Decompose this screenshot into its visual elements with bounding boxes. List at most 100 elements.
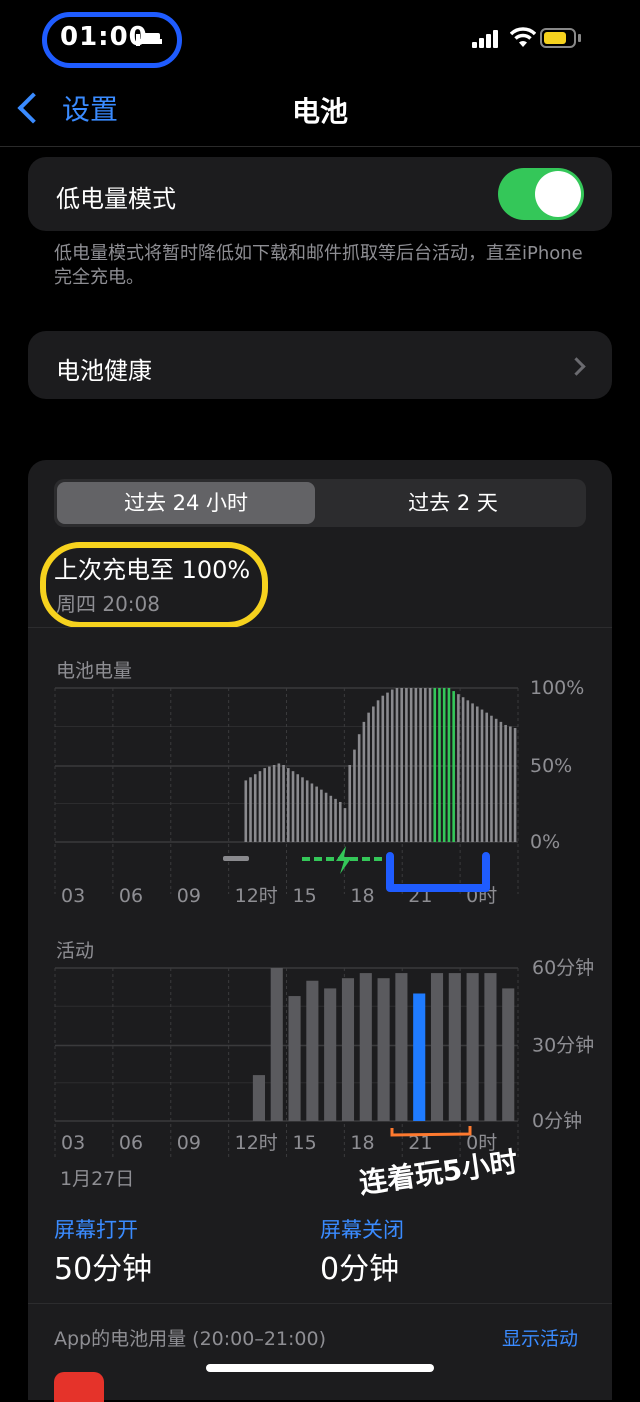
battery-bar (268, 766, 271, 842)
battery-bar (320, 789, 323, 842)
battery-bar (466, 700, 470, 842)
activity-y-tick: 0分钟 (532, 1110, 582, 1132)
battery-x-tick: 15 (293, 885, 317, 907)
screen-on-label: 屏幕打开 (54, 1218, 138, 1242)
low-power-toggle[interactable] (498, 168, 584, 220)
highlight-bracket (386, 852, 490, 892)
battery-bar (376, 700, 380, 842)
activity-bar (324, 988, 337, 1121)
battery-bar (438, 688, 441, 842)
battery-bar (409, 688, 413, 842)
battery-bar (282, 765, 285, 842)
battery-x-tick: 06 (119, 885, 143, 907)
battery-bar (509, 726, 512, 842)
date-label: 1月27日 (60, 1168, 135, 1190)
battery-health-label: 电池健康 (56, 357, 152, 385)
app-icon[interactable] (54, 1372, 104, 1402)
show-activity-button[interactable]: 显示活动 (502, 1324, 578, 1351)
activity-chart: 60分钟30分钟0分钟03 06 09 12时 15 18 21 0时 (54, 957, 594, 1160)
battery-bar (338, 801, 342, 842)
activity-bar (413, 993, 426, 1121)
battery-bar (372, 706, 375, 842)
battery-bar (296, 774, 300, 842)
activity-bar (484, 973, 497, 1121)
activity-bar (466, 973, 479, 1121)
chevron-right-icon (567, 357, 586, 376)
activity-x-tick: 12时 (235, 1132, 278, 1154)
battery-bar (494, 718, 498, 842)
battery-bar (461, 697, 465, 842)
activity-bar (502, 988, 515, 1121)
home-indicator (206, 1364, 434, 1372)
highlight-bracket-orange (390, 1126, 472, 1137)
tab-last-2-days[interactable]: 过去 2 天 (322, 482, 584, 524)
battery-bar (277, 763, 281, 842)
app-usage-title: App的电池用量 (20:00–21:00) (54, 1328, 326, 1350)
card-divider-2 (28, 1303, 612, 1304)
activity-x-tick: 15 (293, 1132, 317, 1154)
battery-bar (244, 780, 248, 842)
highlight-scribble-last-charge (40, 542, 268, 628)
battery-bar (272, 765, 276, 842)
battery-y-tick: 100% (530, 677, 584, 699)
cellular-signal-icon (472, 30, 500, 48)
activity-x-tick: 18 (350, 1132, 374, 1154)
screen-on-value: 50分钟 (54, 1252, 153, 1287)
battery-bar (367, 712, 370, 842)
highlight-scribble-time (42, 12, 182, 68)
battery-bar (287, 768, 290, 842)
battery-health-row[interactable]: 电池健康 (28, 331, 612, 399)
battery-bar (386, 692, 389, 842)
battery-bar (419, 688, 422, 842)
battery-bar (249, 777, 252, 842)
battery-bar (381, 695, 385, 842)
battery-bar (447, 688, 451, 842)
battery-bar (357, 734, 361, 842)
battery-bar (362, 721, 366, 842)
battery-bar (305, 780, 309, 842)
battery-bar (475, 706, 479, 842)
battery-bar (485, 712, 489, 842)
battery-bar (291, 771, 295, 842)
screen-off-label: 屏幕关闭 (320, 1218, 404, 1242)
activity-bar (252, 1075, 265, 1121)
battery-bar (428, 688, 432, 842)
battery-bar (499, 721, 503, 842)
activity-bar (341, 978, 355, 1121)
activity-bar (430, 973, 444, 1121)
battery-bar (353, 749, 356, 842)
battery-bar (400, 688, 403, 842)
battery-bar (395, 688, 399, 842)
toggle-knob (535, 171, 581, 217)
battery-bar (405, 688, 408, 842)
battery-bar (263, 768, 266, 842)
battery-bar (348, 765, 352, 842)
battery-x-tick: 03 (61, 885, 85, 907)
tab-last-24-hours[interactable]: 过去 24 小时 (57, 482, 315, 524)
screen-off-value: 0分钟 (320, 1252, 400, 1287)
activity-x-tick: 09 (177, 1132, 201, 1154)
battery-bar (433, 688, 437, 842)
activity-bar (377, 978, 390, 1121)
battery-bar (310, 783, 314, 842)
battery-level-chart: 100%50%0%03 06 09 12时 15 18 21 0时 (54, 677, 584, 907)
battery-bar (334, 798, 337, 842)
battery-bar (457, 694, 460, 842)
battery-bar (315, 786, 318, 842)
activity-bar (359, 973, 372, 1121)
battery-bar (471, 703, 474, 842)
battery-bar (414, 688, 418, 842)
battery-bar (343, 808, 347, 842)
card-divider (28, 627, 612, 628)
page-title: 电池 (291, 95, 348, 128)
battery-bar (504, 724, 507, 842)
battery-x-tick: 12时 (235, 885, 278, 907)
battery-x-tick: 09 (177, 885, 201, 907)
battery-bar (490, 715, 493, 842)
low-power-footer: 低电量模式将暂时降低如下载和邮件抓取等后台活动，直至iPhone完全充电。 (54, 243, 583, 288)
battery-y-tick: 0% (530, 831, 560, 853)
battery-x-tick: 18 (350, 885, 374, 907)
battery-icon (540, 28, 576, 48)
sleep-marker (223, 856, 249, 861)
battery-bar (258, 771, 262, 842)
